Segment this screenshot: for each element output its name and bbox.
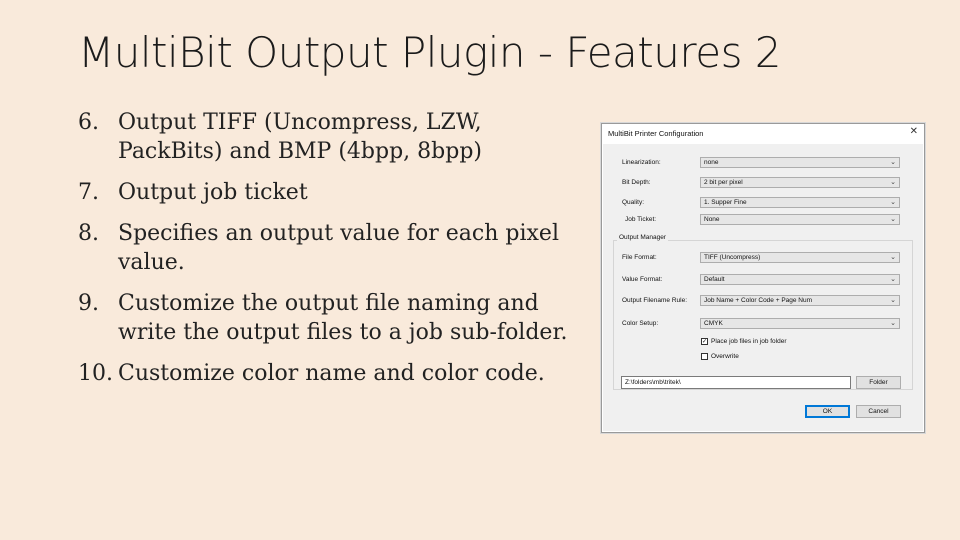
bit-depth-select[interactable]: 2 bit per pixel ⌄ bbox=[700, 177, 900, 188]
feature-list: 6. Output TIFF (Uncompress, LZW, PackBits… bbox=[78, 108, 578, 400]
item-number: 6. bbox=[78, 110, 99, 135]
chevron-down-icon: ⌄ bbox=[890, 216, 896, 223]
list-item: 8. Specifies an output value for each pix… bbox=[78, 219, 578, 277]
filename-rule-select[interactable]: Job Name + Color Code + Page Num ⌄ bbox=[700, 295, 900, 306]
list-item: 10. Customize color name and color code. bbox=[78, 359, 578, 388]
dialog-body: Linearization: none ⌄ Bit Depth: 2 bit p… bbox=[603, 144, 923, 431]
list-item: 9. Customize the output file naming and w… bbox=[78, 289, 578, 347]
chevron-down-icon: ⌄ bbox=[890, 297, 896, 304]
item-text: Specifies an output value for each pixel… bbox=[118, 221, 559, 275]
filename-rule-value: Job Name + Color Code + Page Num bbox=[704, 297, 813, 304]
slide-title: MultiBit Output Plugin - Features 2 bbox=[78, 28, 782, 77]
job-ticket-select[interactable]: None ⌄ bbox=[700, 214, 900, 225]
linearization-select[interactable]: none ⌄ bbox=[700, 157, 900, 168]
color-setup-label: Color Setup: bbox=[622, 320, 659, 327]
chevron-down-icon: ⌄ bbox=[890, 199, 896, 206]
cancel-button[interactable]: Cancel bbox=[856, 405, 901, 418]
quality-label: Quality: bbox=[622, 199, 645, 206]
quality-value: 1. Supper Fine bbox=[704, 199, 747, 206]
linearization-value: none bbox=[704, 159, 719, 166]
file-format-value: TIFF (Uncompress) bbox=[704, 254, 761, 261]
place-in-job-folder-label: Place job files in job folder bbox=[711, 338, 787, 345]
folder-button[interactable]: Folder bbox=[856, 376, 901, 389]
job-ticket-value: None bbox=[704, 216, 720, 223]
list-item: 7. Output job ticket bbox=[78, 178, 578, 207]
value-format-value: Default bbox=[704, 276, 725, 283]
printer-config-dialog: MultiBit Printer Configuration ✕ Lineari… bbox=[601, 123, 925, 433]
item-number: 8. bbox=[78, 221, 99, 246]
list-item: 6. Output TIFF (Uncompress, LZW, PackBits… bbox=[78, 108, 578, 166]
folder-path-input[interactable]: Z:\folders\mb\tritek\ bbox=[621, 376, 851, 389]
filename-rule-label: Output Filename Rule: bbox=[622, 297, 688, 304]
dialog-title: MultiBit Printer Configuration bbox=[608, 129, 704, 138]
file-format-label: File Format: bbox=[622, 254, 657, 261]
close-icon[interactable]: ✕ bbox=[910, 126, 918, 137]
bit-depth-value: 2 bit per pixel bbox=[704, 179, 743, 186]
place-in-job-folder-checkbox[interactable]: ✓ bbox=[701, 338, 708, 345]
chevron-down-icon: ⌄ bbox=[890, 320, 896, 327]
item-number: 10. bbox=[78, 361, 113, 386]
output-manager-label: Output Manager bbox=[617, 234, 668, 241]
job-ticket-label: Job Ticket: bbox=[625, 216, 657, 223]
quality-select[interactable]: 1. Supper Fine ⌄ bbox=[700, 197, 900, 208]
linearization-label: Linearization: bbox=[622, 159, 661, 166]
item-text: Customize color name and color code. bbox=[118, 361, 545, 386]
chevron-down-icon: ⌄ bbox=[890, 276, 896, 283]
ok-button[interactable]: OK bbox=[805, 405, 850, 418]
bit-depth-label: Bit Depth: bbox=[622, 179, 651, 186]
overwrite-label: Overwrite bbox=[711, 353, 739, 360]
chevron-down-icon: ⌄ bbox=[890, 159, 896, 166]
item-number: 7. bbox=[78, 180, 99, 205]
value-format-label: Value Format: bbox=[622, 276, 663, 283]
overwrite-checkbox[interactable] bbox=[701, 353, 708, 360]
chevron-down-icon: ⌄ bbox=[890, 179, 896, 186]
chevron-down-icon: ⌄ bbox=[890, 254, 896, 261]
check-icon: ✓ bbox=[702, 339, 708, 345]
item-text: Output TIFF (Uncompress, LZW, PackBits) … bbox=[118, 110, 482, 164]
color-setup-select[interactable]: CMYK ⌄ bbox=[700, 318, 900, 329]
item-text: Output job ticket bbox=[118, 180, 308, 205]
color-setup-value: CMYK bbox=[704, 320, 723, 327]
value-format-select[interactable]: Default ⌄ bbox=[700, 274, 900, 285]
file-format-select[interactable]: TIFF (Uncompress) ⌄ bbox=[700, 252, 900, 263]
item-number: 9. bbox=[78, 291, 99, 316]
item-text: Customize the output file naming and wri… bbox=[118, 291, 568, 345]
